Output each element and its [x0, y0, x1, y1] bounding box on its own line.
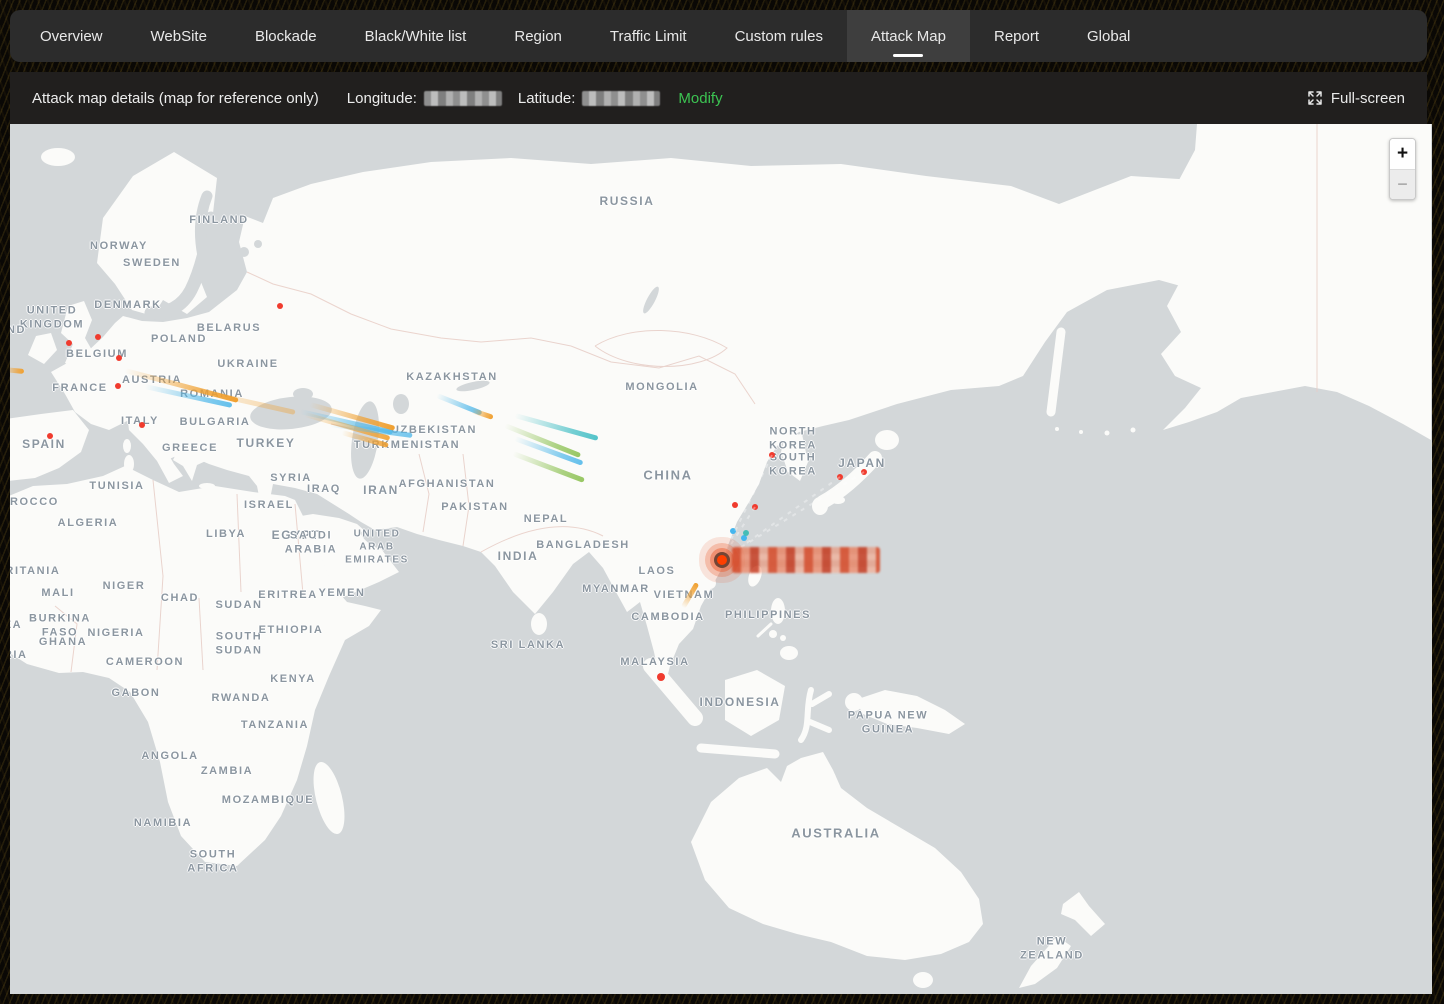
tab-region[interactable]: Region — [490, 10, 586, 62]
landmass-hainan — [704, 577, 716, 589]
latitude-field: Latitude: — [518, 90, 661, 107]
landmass-hokkaido — [875, 430, 899, 450]
attack-source-dot — [66, 340, 72, 346]
attack-source-dot — [743, 530, 749, 536]
attack-source-dot — [139, 422, 145, 428]
landmass-sakhalin — [1051, 332, 1061, 412]
attack-source-dot — [95, 334, 101, 340]
landmass-nz-south — [1019, 936, 1071, 988]
landmass-australia — [691, 752, 983, 960]
landmass-sulawesi — [801, 690, 829, 740]
attack-map[interactable]: RUSSIAFINLANDNORWAYSWEDENDENMARKUNITED K… — [10, 124, 1432, 994]
landmass-iceland — [41, 148, 75, 166]
page: { "theme":{"ocean":"#d3d7d9","land":"#fb… — [0, 0, 1444, 1004]
longitude-label: Longitude: — [347, 90, 417, 107]
attack-source-dot — [861, 469, 867, 475]
panel-title: Attack map details (map for reference on… — [32, 90, 319, 107]
target-label-redacted — [732, 547, 880, 573]
landmass-korea — [781, 434, 808, 481]
landmass-madagascar — [307, 759, 350, 837]
tab-traffic-limit[interactable]: Traffic Limit — [586, 10, 711, 62]
attack-source-dot — [769, 452, 775, 458]
landmass-java — [701, 748, 775, 754]
main-nav: OverviewWebSiteBlockadeBlack/White listR… — [10, 10, 1427, 62]
tab-black-white-list[interactable]: Black/White list — [341, 10, 491, 62]
attack-target-marker — [714, 552, 730, 568]
attack-source-dot — [730, 528, 736, 534]
landmass-mindanao — [780, 646, 798, 660]
fullscreen-button[interactable]: Full-screen — [1307, 90, 1405, 107]
longitude-value-redacted — [424, 91, 502, 106]
landmass-tasmania — [913, 972, 933, 988]
attack-source-dot — [752, 504, 758, 510]
modify-link[interactable]: Modify — [678, 90, 722, 107]
map-toolbar: Attack map details (map for reference on… — [10, 72, 1427, 124]
latitude-value-redacted — [582, 91, 660, 106]
map-zoom-control: + − — [1389, 138, 1416, 200]
tab-report[interactable]: Report — [970, 10, 1063, 62]
tab-overview[interactable]: Overview — [16, 10, 127, 62]
landmass-ireland — [28, 333, 57, 364]
landmass-luzon — [771, 598, 785, 624]
zoom-out-button[interactable]: − — [1390, 169, 1415, 199]
attack-source-dot — [277, 303, 283, 309]
attack-source-dot — [47, 433, 53, 439]
landmass-nz-north — [1061, 892, 1105, 936]
fullscreen-label: Full-screen — [1331, 90, 1405, 107]
landmass-new-guinea — [855, 690, 965, 734]
landmass-borneo — [725, 670, 785, 736]
tab-website[interactable]: WebSite — [127, 10, 231, 62]
tab-blockade[interactable]: Blockade — [231, 10, 341, 62]
landmass-iberia — [10, 410, 89, 482]
attack-source-dot — [732, 502, 738, 508]
latitude-label: Latitude: — [518, 90, 576, 107]
zoom-in-button[interactable]: + — [1390, 139, 1415, 169]
tab-custom-rules[interactable]: Custom rules — [711, 10, 847, 62]
attack-source-dot — [115, 383, 121, 389]
landmass-sri-lanka — [531, 613, 547, 635]
fullscreen-icon — [1307, 90, 1323, 106]
attack-source-dot — [116, 355, 122, 361]
tab-global[interactable]: Global — [1063, 10, 1154, 62]
attack-source-dot — [657, 673, 665, 681]
attack-source-dot — [837, 474, 843, 480]
aral-sea — [393, 394, 409, 414]
landmass-honshu — [823, 458, 875, 502]
tab-attack-map[interactable]: Attack Map — [847, 10, 970, 62]
longitude-field: Longitude: — [347, 90, 502, 107]
